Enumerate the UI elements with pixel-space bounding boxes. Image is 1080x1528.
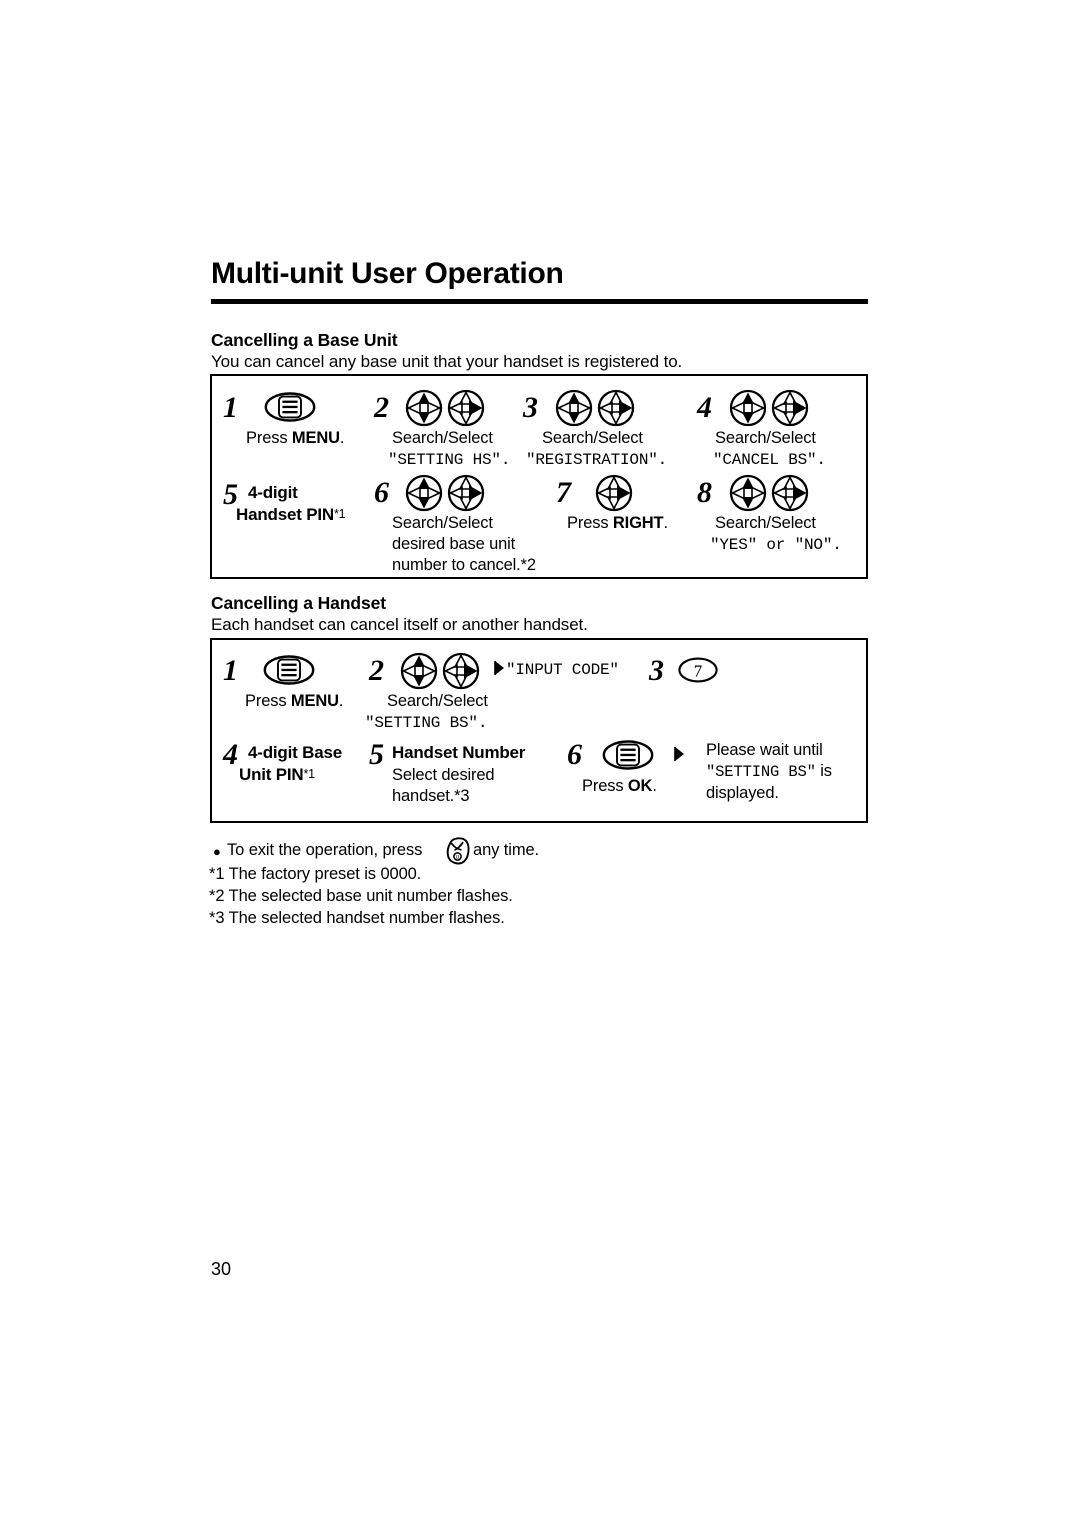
step-number: 1 — [223, 391, 238, 424]
navigator-right-icon[interactable] — [446, 473, 486, 513]
footnote-item: *3 The selected handset number flashes. — [209, 909, 505, 927]
step-caption-period: . — [338, 692, 344, 710]
step-caption: Select desired — [392, 766, 495, 784]
navigator-updown-icon[interactable] — [728, 388, 768, 428]
section-subtitle-cancelling-base-unit: You can cancel any base unit that your h… — [211, 352, 683, 371]
step-number: 8 — [697, 476, 712, 509]
manual-page: Multi-unit User Operation Cancelling a B… — [0, 0, 1080, 1528]
step-caption: Search/Select — [392, 429, 493, 447]
menu-key-icon[interactable] — [264, 392, 316, 422]
step-number: 2 — [369, 654, 384, 687]
step-caption: Press OK. — [582, 776, 657, 797]
navigator-right-icon[interactable] — [596, 388, 636, 428]
step-caption-key: RIGHT — [612, 514, 664, 532]
step-caption-key: MENU — [291, 429, 340, 447]
wait-line-3: displayed. — [706, 784, 779, 802]
step-caption-key: MENU — [290, 692, 339, 710]
wait-line-2-tail: is — [815, 762, 832, 780]
lcd-display-text: "YES" or "NO". — [710, 536, 842, 554]
step-caption-text: Press — [245, 692, 291, 710]
navigator-right-icon[interactable] — [446, 388, 486, 428]
step-bold-line: Unit PIN*1 — [239, 764, 315, 785]
right-pointer-arrow-icon — [672, 745, 686, 763]
navigator-updown-icon[interactable] — [404, 388, 444, 428]
step-caption-period: . — [663, 514, 668, 532]
step-number: 5 — [369, 738, 384, 771]
step-bold-line: Handset PIN*1 — [236, 504, 346, 525]
wait-line-1: Please wait until — [706, 741, 823, 759]
title-divider — [211, 299, 868, 304]
section-heading-cancelling-handset: Cancelling a Handset — [211, 593, 386, 613]
step-number: 6 — [374, 476, 389, 509]
step-bold-line: Handset Number — [392, 743, 526, 762]
step-caption: Search/Select — [542, 429, 643, 447]
wait-line-2: "SETTING BS" is — [706, 761, 866, 783]
step-number: 4 — [223, 738, 238, 771]
step-caption: handset.*3 — [392, 787, 470, 805]
step-caption-text: Press — [582, 777, 628, 795]
navigator-right-icon[interactable] — [594, 473, 634, 513]
lcd-display-text: "SETTING BS" — [706, 763, 816, 781]
lcd-display-text: "REGISTRATION". — [526, 451, 668, 469]
keypad-7-key-icon[interactable]: 7 — [678, 657, 718, 683]
menu-key-icon[interactable] — [263, 655, 315, 685]
lcd-display-text: "SETTING HS". — [388, 451, 511, 469]
svg-text:7: 7 — [694, 662, 703, 681]
footnote-exit-prefix: To exit the operation, press — [227, 841, 423, 859]
step-bold-text: Handset PIN — [236, 505, 334, 524]
footnote-ref: *1 — [333, 507, 346, 521]
navigator-updown-icon[interactable] — [728, 473, 768, 513]
step-caption-period: . — [339, 429, 345, 447]
footnote-item: *2 The selected base unit number flashes… — [209, 887, 513, 905]
page-number: 30 — [211, 1259, 232, 1279]
step-number: 6 — [567, 738, 582, 771]
navigator-updown-icon[interactable] — [554, 388, 594, 428]
footnote-ref: *1 — [303, 767, 316, 781]
right-pointer-arrow-icon — [492, 659, 506, 677]
footnote-item: *1 The factory preset is 0000. — [209, 865, 422, 883]
procedure-box-cancelling-handset: 1 Press MENU. 2 Search/Select "SETTING B… — [210, 638, 868, 823]
wait-message: Please wait until "SETTING BS" is displa… — [706, 740, 866, 804]
step-caption: Press RIGHT. — [567, 513, 668, 534]
step-bold-line: 4-digit — [248, 483, 298, 502]
navigator-right-icon[interactable] — [441, 651, 481, 691]
step-caption: desired base unit — [392, 535, 516, 553]
navigator-updown-icon[interactable] — [399, 651, 439, 691]
step-caption: Search/Select — [715, 514, 816, 532]
section-heading-cancelling-base-unit: Cancelling a Base Unit — [211, 330, 398, 350]
procedure-box-cancelling-base-unit: 1 Press MENU. 2 Search/Select "SETTING H… — [210, 374, 868, 579]
step-number: 3 — [649, 654, 664, 687]
lcd-display-text: "SETTING BS". — [365, 714, 488, 732]
step-number: 7 — [556, 476, 571, 509]
step-caption: number to cancel.*2 — [392, 556, 536, 574]
power-off-key-icon[interactable]: 0 — [442, 834, 474, 866]
navigator-updown-icon[interactable] — [404, 473, 444, 513]
navigator-right-icon[interactable] — [770, 473, 810, 513]
footnote-exit-suffix: any time. — [473, 841, 540, 859]
lcd-display-text: "INPUT CODE" — [506, 661, 619, 679]
step-caption-period: . — [652, 777, 657, 795]
svg-text:0: 0 — [456, 855, 459, 861]
step-caption: Search/Select — [715, 429, 816, 447]
step-number: 2 — [374, 391, 389, 424]
bullet-dot: ● — [213, 844, 221, 859]
navigator-right-icon[interactable] — [770, 388, 810, 428]
section-subtitle-cancelling-handset: Each handset can cancel itself or anothe… — [211, 615, 588, 634]
step-caption-text: Press — [567, 514, 613, 532]
page-title: Multi-unit User Operation — [211, 257, 564, 290]
step-bold-text: Unit PIN — [239, 765, 304, 784]
step-caption: Search/Select — [387, 692, 488, 710]
step-caption: Press MENU. — [246, 428, 344, 449]
step-number: 4 — [697, 391, 712, 424]
step-number: 3 — [523, 391, 538, 424]
step-bold-line: 4-digit Base — [248, 743, 342, 762]
step-caption: Search/Select — [392, 514, 493, 532]
step-number: 1 — [223, 654, 238, 687]
menu-key-icon[interactable] — [602, 740, 654, 770]
step-caption: Press MENU. — [245, 691, 343, 712]
step-caption-text: Press — [246, 429, 292, 447]
step-caption-key: OK — [627, 777, 653, 795]
lcd-display-text: "CANCEL BS". — [713, 451, 826, 469]
